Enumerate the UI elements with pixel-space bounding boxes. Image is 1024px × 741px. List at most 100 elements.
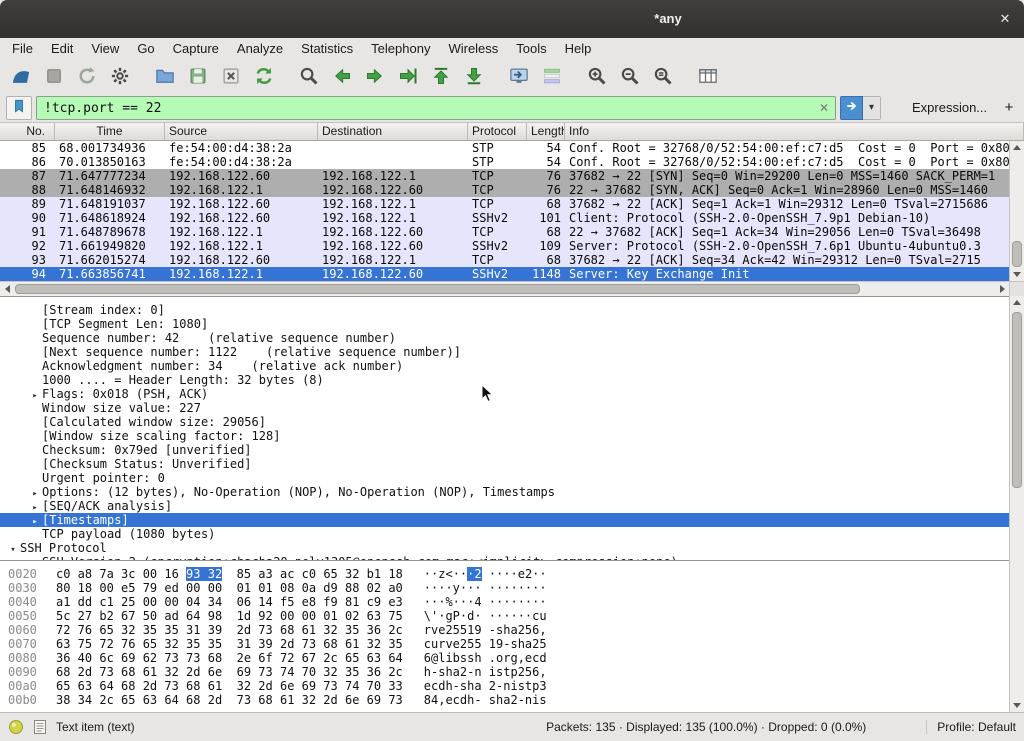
- menu-capture[interactable]: Capture: [164, 40, 228, 57]
- zoom-100-button[interactable]: [648, 63, 677, 90]
- menu-view[interactable]: View: [82, 40, 128, 57]
- filter-apply-button[interactable]: [840, 96, 863, 120]
- detail-line[interactable]: [TCP Segment Len: 1080]: [0, 317, 1009, 331]
- titlebar[interactable]: *any ✕: [0, 0, 1024, 38]
- column-header-info[interactable]: Info: [565, 123, 1024, 140]
- display-filter-input[interactable]: !tcp.port == 22 ✕: [36, 96, 836, 120]
- expand-icon[interactable]: ▸: [28, 389, 42, 401]
- colorize-packets-button[interactable]: [537, 63, 566, 90]
- save-file-button[interactable]: [183, 63, 212, 90]
- hex-row[interactable]: 006072 76 65 32 35 35 31 39 2d 73 68 61 …: [0, 623, 1009, 637]
- auto-scroll-button[interactable]: [504, 63, 533, 90]
- packet-row[interactable]: 9071.648618924192.168.122.60192.168.122.…: [0, 211, 1009, 225]
- scroll-down-icon[interactable]: [1010, 268, 1024, 281]
- hex-row[interactable]: 007063 75 72 76 65 32 35 35 31 39 2d 73 …: [0, 637, 1009, 651]
- expand-icon[interactable]: ▸: [28, 501, 42, 513]
- go-to-packet-button[interactable]: [393, 63, 422, 90]
- scroll-right-icon[interactable]: [995, 282, 1009, 296]
- detail-line[interactable]: [Next sequence number: 1122 (relative se…: [0, 345, 1009, 359]
- filter-bookmark-button[interactable]: [6, 96, 32, 120]
- scroll-up-icon[interactable]: [1010, 141, 1024, 154]
- packet-row[interactable]: 8871.648146932192.168.122.1192.168.122.6…: [0, 183, 1009, 197]
- detail-line[interactable]: ▸[SEQ/ACK analysis]: [0, 499, 1009, 513]
- filter-clear-icon[interactable]: ✕: [819, 101, 829, 115]
- packet-row[interactable]: 8771.647777234192.168.122.60192.168.122.…: [0, 169, 1009, 183]
- packet-row[interactable]: 8670.013850163fe:54:00:d4:38:2aSTP54Conf…: [0, 155, 1009, 169]
- find-packet-button[interactable]: [294, 63, 323, 90]
- scroll-up-icon[interactable]: [1010, 296, 1024, 309]
- column-header-protocol[interactable]: Protocol: [468, 123, 527, 140]
- packet-row[interactable]: 9171.648789678192.168.122.1192.168.122.6…: [0, 225, 1009, 239]
- column-header-destination[interactable]: Destination: [318, 123, 468, 140]
- detail-line[interactable]: ▾SSH Protocol: [0, 541, 1009, 555]
- filter-dropdown-button[interactable]: ▾: [863, 96, 881, 120]
- close-window-button[interactable]: ✕: [995, 9, 1015, 29]
- detail-line[interactable]: Acknowledgment number: 34 (relative ack …: [0, 359, 1009, 373]
- stop-capture-button[interactable]: [39, 63, 68, 90]
- packet-row[interactable]: 9471.663856741192.168.122.1192.168.122.6…: [0, 267, 1009, 281]
- go-last-packet-button[interactable]: [459, 63, 488, 90]
- details-vscrollbar[interactable]: [1009, 296, 1024, 712]
- packet-list-hscrollbar[interactable]: [0, 281, 1009, 296]
- packet-row[interactable]: 8568.001734936fe:54:00:d4:38:2aSTP54Conf…: [0, 141, 1009, 155]
- menu-telephony[interactable]: Telephony: [362, 40, 439, 57]
- detail-line[interactable]: [Window size scaling factor: 128]: [0, 429, 1009, 443]
- menu-tools[interactable]: Tools: [507, 40, 555, 57]
- detail-line[interactable]: Checksum: 0x79ed [unverified]: [0, 443, 1009, 457]
- start-capture-button[interactable]: [6, 63, 35, 90]
- profile-label[interactable]: Profile: Default: [926, 720, 1016, 734]
- expert-info-icon[interactable]: [8, 719, 24, 735]
- open-file-button[interactable]: [150, 63, 179, 90]
- capture-comment-icon[interactable]: [32, 719, 48, 735]
- packet-list-vscrollbar[interactable]: [1009, 141, 1024, 281]
- hex-row[interactable]: 008036 40 6c 69 62 73 73 68 2e 6f 72 67 …: [0, 651, 1009, 665]
- add-filter-button[interactable]: +: [998, 96, 1020, 120]
- packet-row[interactable]: 8971.648191037192.168.122.60192.168.122.…: [0, 197, 1009, 211]
- detail-line[interactable]: ▸Options: (12 bytes), No-Operation (NOP)…: [0, 485, 1009, 499]
- column-header-time[interactable]: Time: [55, 123, 165, 140]
- menu-help[interactable]: Help: [556, 40, 601, 57]
- detail-line[interactable]: ▸[Timestamps]: [0, 513, 1009, 527]
- menu-analyze[interactable]: Analyze: [228, 40, 292, 57]
- detail-line[interactable]: [Checksum Status: Unverified]: [0, 457, 1009, 471]
- column-header-length[interactable]: Length: [527, 123, 565, 140]
- detail-line[interactable]: [Stream index: 0]: [0, 303, 1009, 317]
- expand-icon[interactable]: ▸: [28, 487, 42, 499]
- packet-row[interactable]: 9371.662015274192.168.122.60192.168.122.…: [0, 253, 1009, 267]
- collapse-icon[interactable]: ▾: [6, 543, 20, 555]
- column-header-source[interactable]: Source: [165, 123, 318, 140]
- expand-icon[interactable]: ▸: [28, 515, 42, 527]
- menu-file[interactable]: File: [3, 40, 42, 57]
- scroll-left-icon[interactable]: [0, 282, 14, 296]
- detail-line[interactable]: Window size value: 227: [0, 401, 1009, 415]
- menu-wireless[interactable]: Wireless: [439, 40, 507, 57]
- hex-row[interactable]: 00a065 63 64 68 2d 73 68 61 32 2d 6e 69 …: [0, 679, 1009, 693]
- details-scroll-thumb[interactable]: [1012, 312, 1022, 488]
- hex-row[interactable]: 00b038 34 2c 65 63 64 68 2d 73 68 61 32 …: [0, 693, 1009, 707]
- hscroll-thumb[interactable]: [15, 284, 860, 294]
- resize-columns-button[interactable]: [693, 63, 722, 90]
- go-forward-button[interactable]: [360, 63, 389, 90]
- restart-capture-button[interactable]: [72, 63, 101, 90]
- packet-list-scroll-thumb[interactable]: [1012, 241, 1022, 267]
- detail-line[interactable]: 1000 .... = Header Length: 32 bytes (8): [0, 373, 1009, 387]
- detail-line[interactable]: Sequence number: 42 (relative sequence n…: [0, 331, 1009, 345]
- scroll-down-icon[interactable]: [1010, 699, 1024, 712]
- column-header-no[interactable]: No.: [0, 123, 55, 140]
- reload-file-button[interactable]: [249, 63, 278, 90]
- detail-line[interactable]: TCP payload (1080 bytes): [0, 527, 1009, 541]
- go-back-button[interactable]: [327, 63, 356, 90]
- detail-line[interactable]: Urgent pointer: 0: [0, 471, 1009, 485]
- menu-edit[interactable]: Edit: [42, 40, 82, 57]
- hex-row[interactable]: 009068 2d 73 68 61 32 2d 6e 69 73 74 70 …: [0, 665, 1009, 679]
- zoom-out-button[interactable]: [615, 63, 644, 90]
- menu-go[interactable]: Go: [128, 40, 163, 57]
- hex-row[interactable]: 0040a1 dd c1 25 00 00 04 34 06 14 f5 e8 …: [0, 595, 1009, 609]
- expression-button[interactable]: Expression...: [906, 96, 993, 120]
- capture-options-button[interactable]: [105, 63, 134, 90]
- hex-row[interactable]: 0020c0 a8 7a 3c 00 16 93 32 85 a3 ac c0 …: [0, 567, 1009, 581]
- detail-line[interactable]: [Calculated window size: 29056]: [0, 415, 1009, 429]
- packet-row[interactable]: 9271.661949820192.168.122.1192.168.122.6…: [0, 239, 1009, 253]
- close-file-button[interactable]: [216, 63, 245, 90]
- detail-line[interactable]: ▸Flags: 0x018 (PSH, ACK): [0, 387, 1009, 401]
